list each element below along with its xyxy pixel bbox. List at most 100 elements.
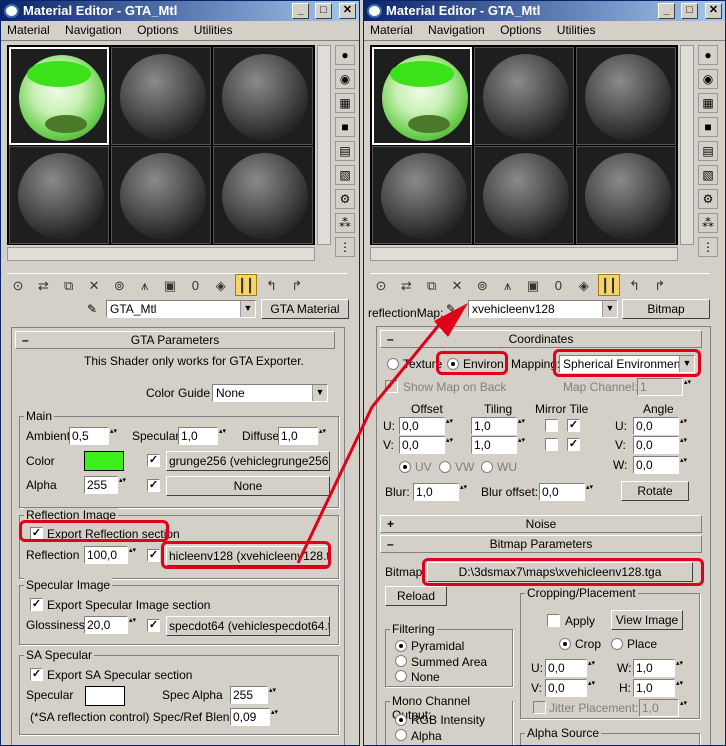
alpha-map-button[interactable]: None [166, 476, 330, 496]
uv-tiling-icon[interactable]: ■ [698, 117, 718, 137]
alpha-map-checkbox[interactable]: ✓ [147, 479, 160, 492]
reflection-map-checkbox[interactable]: ✓ [147, 549, 160, 562]
background-icon[interactable]: ▦ [335, 93, 355, 113]
make-unique-icon[interactable]: ⩚ [134, 275, 156, 297]
show-map-icon[interactable]: ◈ [573, 275, 595, 297]
menu-utilities[interactable]: Utilities [551, 21, 602, 39]
menu-navigation[interactable]: Navigation [422, 21, 491, 39]
sample-slot-3[interactable] [213, 47, 313, 145]
angle-u-spinner[interactable]: 0,0 [633, 417, 690, 435]
background-icon[interactable]: ▦ [698, 93, 718, 113]
go-forward-sibling-icon[interactable]: ↱ [286, 275, 308, 297]
angle-v-spinner[interactable]: 0,0 [633, 436, 690, 454]
sample-slot-1[interactable] [372, 47, 472, 145]
make-copy-icon[interactable]: ⊚ [108, 275, 130, 297]
show-map-on-back-checkbox[interactable]: ✓ [385, 380, 398, 393]
material-effects-channel-icon[interactable]: 0 [184, 275, 206, 297]
export-sa-checkbox[interactable]: ✓ [30, 668, 43, 681]
show-end-result-icon[interactable]: ┃┃ [235, 274, 258, 296]
crop-h-spinner[interactable]: 1,0 [633, 679, 686, 697]
go-to-parent-icon[interactable]: ↰ [623, 275, 645, 297]
get-material-icon[interactable]: ⊙ [370, 275, 392, 297]
export-specular-checkbox[interactable]: ✓ [30, 598, 43, 611]
material-effects-channel-icon[interactable]: 0 [547, 275, 569, 297]
sample-slot-6[interactable] [576, 146, 676, 244]
minimize-icon[interactable]: _ [658, 3, 675, 19]
blend-spinner[interactable]: 0,09 [230, 708, 281, 726]
reset-map-icon[interactable]: ✕ [83, 275, 105, 297]
crop-u-spinner[interactable]: 0,0 [545, 659, 598, 677]
vw-radio[interactable] [439, 461, 451, 473]
glossiness-spinner[interactable]: 20,0 [84, 616, 139, 634]
maximize-icon[interactable]: □ [315, 3, 332, 19]
tile-u-checkbox[interactable]: ✓ [567, 419, 580, 432]
angle-w-spinner[interactable]: 0,0 [633, 456, 690, 474]
close-icon[interactable]: ✕ [705, 3, 722, 19]
go-forward-sibling-icon[interactable]: ↱ [649, 275, 671, 297]
diffuse-spinner[interactable]: 1,0 [278, 427, 329, 445]
jitter-placement-spinner[interactable]: 1,0 [639, 699, 690, 717]
sample-slot-1[interactable] [9, 47, 109, 145]
sample-slot-5[interactable] [111, 146, 211, 244]
color-guide-dropdown[interactable]: None ▼ [212, 384, 328, 402]
mono-alpha-radio[interactable] [395, 729, 407, 741]
blur-spinner[interactable]: 1,0 [413, 483, 470, 501]
backlight-icon[interactable]: ◉ [698, 69, 718, 89]
specular-map-button[interactable]: specdot64 (vehiclespecdot64.tga) [166, 616, 330, 636]
select-by-material-icon[interactable]: ⁂ [335, 213, 355, 233]
reset-map-icon[interactable]: ✕ [446, 275, 468, 297]
reload-button[interactable]: Reload [385, 586, 447, 606]
sample-slot-5[interactable] [474, 146, 574, 244]
minimize-icon[interactable]: _ [292, 3, 309, 19]
make-preview-icon[interactable]: ▧ [698, 165, 718, 185]
options-icon[interactable]: ⚙ [698, 189, 718, 209]
video-check-icon[interactable]: ▤ [335, 141, 355, 161]
summed-area-radio[interactable] [395, 655, 407, 667]
uv-radio[interactable] [399, 461, 411, 473]
sample-type-icon[interactable]: ● [698, 45, 718, 65]
menu-utilities[interactable]: Utilities [188, 21, 239, 39]
spec-alpha-spinner[interactable]: 255 [230, 686, 279, 704]
specular-spinner[interactable]: 1,0 [178, 427, 229, 445]
gta-parameters-header[interactable]: – GTA Parameters [15, 331, 335, 349]
crop-radio[interactable] [559, 638, 571, 650]
crop-w-spinner[interactable]: 1,0 [633, 659, 686, 677]
assign-material-icon[interactable]: ⧉ [58, 275, 80, 297]
map-type-button[interactable]: Bitmap [622, 299, 710, 319]
slots-horizontal-scrollbar[interactable] [7, 247, 315, 261]
material-navigator-icon[interactable]: ⋮ [335, 237, 355, 257]
material-navigator-icon[interactable]: ⋮ [698, 237, 718, 257]
assign-material-icon[interactable]: ⧉ [421, 275, 443, 297]
menu-options[interactable]: Options [494, 21, 547, 39]
get-material-icon[interactable]: ⊙ [7, 275, 29, 297]
offset-v-spinner[interactable]: 0,0 [399, 436, 456, 454]
offset-u-spinner[interactable]: 0,0 [399, 417, 456, 435]
place-radio[interactable] [611, 638, 623, 650]
bitmap-parameters-header[interactable]: – Bitmap Parameters [380, 535, 702, 553]
rgb-intensity-radio[interactable] [395, 714, 407, 726]
coordinates-header[interactable]: – Coordinates [380, 330, 702, 348]
filtering-none-radio[interactable] [395, 670, 407, 682]
menu-options[interactable]: Options [131, 21, 184, 39]
diffuse-color-swatch[interactable] [84, 451, 124, 471]
diffuse-map-button[interactable]: grunge256 (vehiclegrunge256.tga) [166, 451, 330, 471]
go-to-parent-icon[interactable]: ↰ [260, 275, 282, 297]
ambient-spinner[interactable]: 0,5 [69, 427, 120, 445]
put-to-library-icon[interactable]: ▣ [159, 275, 181, 297]
alpha-spinner[interactable]: 255 [84, 476, 129, 494]
put-to-scene-icon[interactable]: ⇄ [32, 275, 54, 297]
sample-slot-3[interactable] [576, 47, 676, 145]
tiling-u-spinner[interactable]: 1,0 [471, 417, 528, 435]
sample-type-icon[interactable]: ● [335, 45, 355, 65]
material-type-button[interactable]: GTA Material [261, 299, 349, 319]
sa-specular-color-swatch[interactable] [85, 686, 125, 706]
uv-tiling-icon[interactable]: ■ [335, 117, 355, 137]
slots-vertical-scrollbar[interactable] [317, 45, 331, 245]
sample-slot-4[interactable] [372, 146, 472, 244]
mirror-v-checkbox[interactable] [545, 438, 558, 451]
noise-header[interactable]: + Noise [380, 515, 702, 533]
sample-slot-2[interactable] [111, 47, 211, 145]
menu-material[interactable]: Material [364, 21, 419, 39]
tile-v-checkbox[interactable]: ✓ [567, 438, 580, 451]
make-preview-icon[interactable]: ▧ [335, 165, 355, 185]
